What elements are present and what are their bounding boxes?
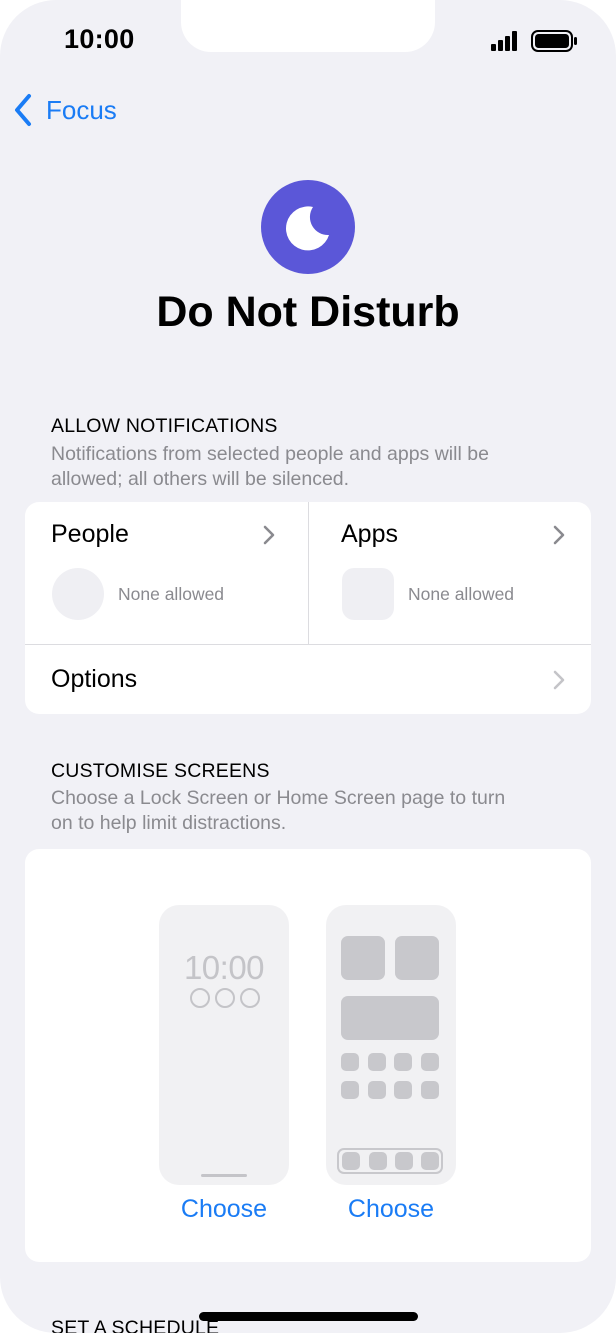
apps-placeholder-icon: [342, 568, 394, 620]
widget-circle-icon: [190, 988, 210, 1008]
app-tile: [341, 1081, 359, 1099]
widget-tile: [395, 936, 439, 980]
back-button[interactable]: Focus: [12, 90, 117, 130]
chevron-right-icon: [263, 525, 275, 545]
status-time: 10:00: [64, 24, 135, 54]
choose-home-screen-button[interactable]: Choose: [311, 1195, 471, 1224]
status-icons: [488, 28, 580, 54]
widget-tile: [341, 936, 385, 980]
moon-icon: [286, 206, 329, 251]
app-tile: [394, 1053, 412, 1071]
chevron-right-icon: [553, 525, 565, 545]
customise-screens-description-line2: on to help limit distractions.: [51, 812, 287, 834]
choose-lock-screen-button[interactable]: Choose: [144, 1195, 304, 1224]
app-tile: [368, 1053, 386, 1071]
chevron-left-icon: [15, 94, 31, 126]
people-label: People: [51, 520, 129, 548]
options-label: Options: [51, 665, 138, 693]
apps-label: Apps: [341, 520, 398, 548]
page-title: Do Not Disturb: [156, 288, 460, 336]
options-row[interactable]: Options: [25, 645, 591, 714]
home-screen-preview[interactable]: [326, 905, 456, 1185]
lock-screen-time: 10:00: [183, 949, 265, 986]
customise-screens-description-line1: Choose a Lock Screen or Home Screen page…: [51, 787, 506, 809]
home-indicator[interactable]: [199, 1312, 418, 1321]
people-status: None allowed: [118, 584, 225, 604]
lock-screen-preview[interactable]: 10:00: [159, 905, 289, 1185]
app-tile: [394, 1081, 412, 1099]
allow-notifications-description: Notifications from selected people and a…: [51, 442, 571, 492]
battery-icon: [531, 30, 577, 52]
allow-notifications-header: ALLOW NOTIFICATIONS: [51, 415, 278, 437]
people-placeholder-avatar: [52, 568, 104, 620]
cellular-signal-icon: [491, 31, 517, 51]
apps-status: None allowed: [408, 584, 515, 604]
widget-circle-icon: [240, 988, 260, 1008]
app-tile: [342, 1152, 360, 1170]
lock-screen-widgets: [190, 988, 260, 1008]
customise-screens-header: CUSTOMISE SCREENS: [51, 760, 270, 782]
app-tile: [368, 1081, 386, 1099]
home-bar: [201, 1174, 247, 1177]
app-tile: [395, 1152, 413, 1170]
chevron-right-icon: [553, 670, 565, 690]
focus-mode-icon: [261, 180, 355, 274]
app-tile: [369, 1152, 387, 1170]
divider: [308, 502, 309, 644]
notch: [181, 0, 435, 52]
allow-notifications-description-line2: allowed; all others will be silenced.: [51, 468, 350, 490]
customise-screens-description: Choose a Lock Screen or Home Screen page…: [51, 786, 571, 836]
widget-circle-icon: [215, 988, 235, 1008]
customise-screens-card: 10:00 Choose Choose: [25, 849, 591, 1262]
app-tile: [421, 1053, 439, 1071]
back-label: Focus: [46, 94, 117, 125]
allow-notifications-description-line1: Notifications from selected people and a…: [51, 443, 489, 465]
app-tile: [421, 1081, 439, 1099]
phone-screen: 10:00 Focus Do Not Disturb ALLOW NOTIFIC…: [0, 0, 616, 1333]
set-schedule-header: SET A SCHEDULE: [51, 1317, 220, 1333]
allow-notifications-card: People None allowed Apps None allowed Op…: [25, 502, 591, 714]
app-tile: [341, 1053, 359, 1071]
app-tile: [421, 1152, 439, 1170]
widget-tile: [341, 996, 439, 1040]
dock: [337, 1148, 443, 1174]
people-cell[interactable]: People None allowed: [25, 502, 308, 644]
